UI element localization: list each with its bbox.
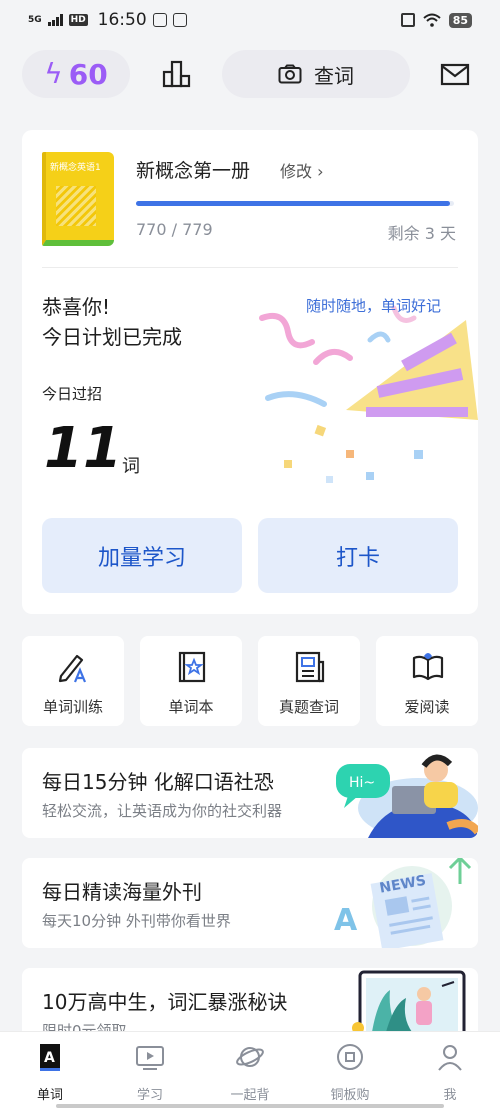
tool-reading[interactable]: 爱阅读 [376,636,478,726]
nav-shop[interactable]: 铜板购 [300,1042,400,1103]
tool-label: 真题查词 [278,698,339,716]
tool-label: 爱阅读 [404,698,450,716]
promo-title: 10万高中生，词汇暴涨秘诀 [42,990,288,1014]
wifi-icon [423,13,441,27]
newspaper-illustration: A NEWS [334,858,472,948]
nav-label: 一起背 [230,1088,270,1103]
tool-word-training[interactable]: 单词训练 [22,636,124,726]
mail-icon[interactable] [440,60,470,88]
speech-bubble-text: Hi~ [349,775,375,791]
speaking-illustration: Hi~ [336,754,478,838]
today-word-unit: 词 [122,456,140,477]
today-label: 今日过招 [42,385,103,403]
newspaper-icon [295,651,325,683]
energy-count: 60 [68,57,108,91]
status-right: 85 [400,12,472,28]
congrats-message: 恭喜你! 今日计划已完成 [42,292,182,352]
svg-text:A: A [44,1050,55,1066]
study-plan-card: 新概念英语1 新概念第一册 修改 › 770 / 779 剩余 3 天 恭喜你!… [22,130,478,614]
promo-speaking[interactable]: 每日15分钟 化解口语社恐 轻松交流，让英语成为你的社交利器 Hi~ [22,748,478,838]
progress-bar [136,201,454,206]
nav-together[interactable]: 一起背 [200,1042,300,1103]
star-book-icon [178,651,206,683]
promo-subtitle: 轻松交流，让英语成为你的社交利器 [42,802,283,820]
nav-words[interactable]: A 单词 [0,1042,100,1103]
party-popper-illustration [259,305,478,483]
nav-label: 单词 [36,1088,63,1103]
signal-icon [47,14,63,26]
network-type: 5G [28,14,42,25]
progress-count: 770 / 779 [136,220,213,239]
hd-badge: HD [68,14,88,26]
notification-icon [152,13,167,27]
promo-title: 每日精读海量外刊 [42,880,202,904]
promo-title: 每日15分钟 化解口语社恐 [42,770,274,794]
ranking-icon[interactable] [162,60,192,88]
word-book-icon: A [40,1044,60,1071]
play-screen-icon [136,1046,164,1070]
person-icon [438,1045,462,1071]
book-name: 新概念第一册 [136,160,251,182]
svg-text:A: A [334,903,358,938]
nav-label: 我 [443,1088,457,1103]
battery-icon: 85 [448,12,472,28]
progress-fill [136,201,451,206]
planet-icon [236,1047,264,1067]
today-word-count: 11 [44,416,122,481]
app-notification-icon [172,13,187,27]
tool-label: 单词训练 [42,698,103,716]
top-bar: ϟ 60 查词 [22,50,478,98]
nav-label: 铜板购 [330,1088,370,1103]
promo-subtitle: 每天10分钟 外刊带你看世界 [42,912,231,930]
book-cover-pattern [56,186,96,226]
vibrate-icon [400,13,415,27]
coin-icon [337,1044,363,1070]
book-cover-title: 新概念英语1 [50,163,101,173]
tool-exam-lookup[interactable]: 真题查词 [258,636,360,726]
congrats-line-2: 今日计划已完成 [42,325,182,349]
divider [42,267,458,268]
promo-magazine[interactable]: 每日精读海量外刊 每天10分钟 外刊带你看世界 A NEWS [22,858,478,948]
congrats-line-1: 恭喜你! [42,295,111,319]
camera-icon [278,64,302,84]
bottom-nav: A 单词 学习 一起背 铜板购 我 [0,1031,500,1111]
lookup-label: 查词 [314,63,354,88]
check-in-button[interactable]: 打卡 [258,518,458,593]
open-book-icon [412,653,444,681]
energy-button[interactable]: ϟ 60 [22,50,130,98]
nav-me[interactable]: 我 [400,1042,500,1103]
status-left: 5G HD 16:50 [28,10,187,30]
nav-label: 学习 [136,1088,163,1103]
tool-label: 单词本 [168,698,214,716]
status-bar: 5G HD 16:50 85 [0,0,500,40]
slogan: 随时随地，单词好记 [306,297,442,315]
extra-study-button[interactable]: 加量学习 [42,518,242,593]
clock: 16:50 [97,10,147,30]
edit-plan-link[interactable]: 修改 › [280,158,324,182]
nav-study[interactable]: 学习 [100,1042,200,1103]
lookup-button[interactable]: 查词 [222,50,410,98]
book-cover[interactable]: 新概念英语1 [42,152,114,246]
tool-word-book[interactable]: 单词本 [140,636,242,726]
days-remaining: 剩余 3 天 [387,224,456,243]
home-indicator[interactable] [56,1104,444,1108]
lightning-icon: ϟ [44,57,63,90]
pencil-a-icon [58,654,87,683]
